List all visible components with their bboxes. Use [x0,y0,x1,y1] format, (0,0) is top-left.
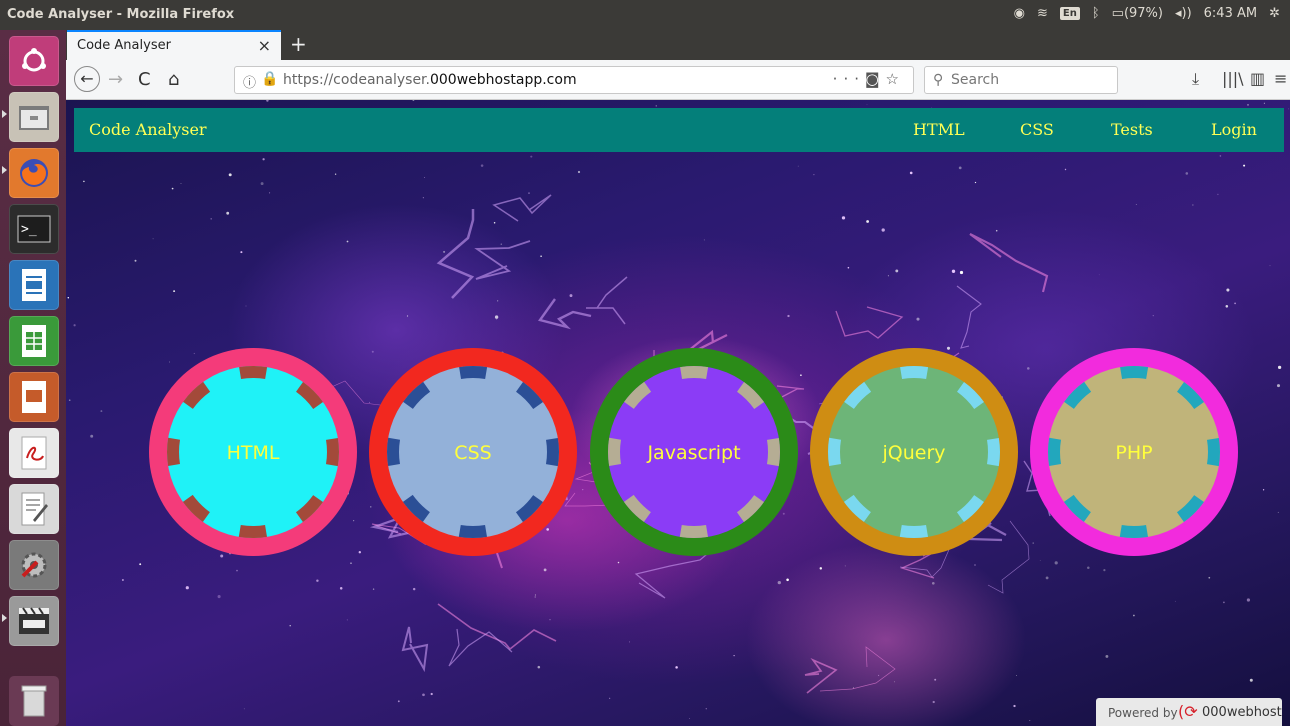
home-icon[interactable]: ⌂ [168,69,179,90]
web-page: Code Analyser HTML CSS Tests Login HTML … [66,100,1290,726]
trash-icon[interactable] [9,676,59,726]
tab-title: Code Analyser [77,38,171,53]
library-icon[interactable]: |||\ [1222,69,1244,88]
site-navbar: Code Analyser HTML CSS Tests Login [74,108,1284,152]
nav-link-tests[interactable]: Tests [1111,120,1153,139]
site-brand-link[interactable]: Code Analyser [89,120,207,139]
url-bar[interactable]: ⓘ 🔒 https://codeanalyser.000webhostapp.c… [234,66,914,94]
launcher-running-indicator [2,110,7,118]
tab-code-analyser[interactable]: Code Analyser × [67,30,281,60]
battery-indicator[interactable]: ▭(97%) [1112,6,1163,21]
launcher-running-indicator [2,614,7,622]
info-icon[interactable]: ⓘ [243,72,256,91]
video-editor-icon[interactable] [9,596,59,646]
close-tab-icon[interactable]: × [258,36,271,55]
calc-icon[interactable] [9,316,59,366]
bluetooth-icon[interactable]: ᛒ [1092,6,1100,21]
chip-label: PHP [1115,442,1152,464]
impress-icon[interactable] [9,372,59,422]
chrome-indicator-icon[interactable]: ◉ [1014,6,1025,21]
new-tab-icon[interactable]: + [290,32,307,56]
page-actions-menu-icon[interactable]: ··· [833,70,865,88]
chip-javascript[interactable]: Javascript [589,347,799,557]
forward-icon[interactable]: → [108,69,123,90]
tab-strip: Code Analyser × + [66,30,1290,60]
url-text: https://codeanalyser.000webhostapp.com [283,72,577,88]
back-icon[interactable]: ← [74,66,100,92]
webhost-logo-icon: (⟳ [1178,702,1198,721]
battery-percent: (97%) [1123,6,1163,21]
battery-icon: ▭ [1111,6,1124,21]
chip-jquery[interactable]: jQuery [809,347,1019,557]
powered-by-text: Powered by [1108,706,1178,720]
document-viewer-icon[interactable] [9,428,59,478]
search-placeholder: Search [951,72,1000,88]
chip-html[interactable]: HTML [148,347,358,557]
pocket-icon[interactable]: ◙ [865,70,886,88]
search-icon: ⚲ [933,72,944,88]
svg-text:>_: >_ [21,222,37,237]
files-icon[interactable] [9,92,59,142]
window-title: Code Analyser - Mozilla Firefox [7,7,235,22]
writer-icon[interactable] [9,260,59,310]
chip-php[interactable]: PHP [1029,347,1239,557]
system-settings-icon[interactable] [9,540,59,590]
url-domain: 000webhostapp.com [429,72,577,88]
sidebar-icon[interactable]: ▥ [1250,69,1265,88]
keyboard-layout-indicator[interactable]: En [1059,7,1080,20]
bookmark-star-icon[interactable]: ☆ [886,70,905,88]
reload-icon[interactable]: C [138,69,151,90]
webhost-brand: 000webhost [1202,705,1282,720]
volume-icon[interactable]: ◂)) [1175,6,1192,21]
firefox-icon[interactable] [9,148,59,198]
page-actions: ···◙☆ [833,70,905,88]
launcher: >_ [0,30,66,726]
nav-link-css[interactable]: CSS [1020,120,1054,139]
nav-link-html[interactable]: HTML [913,120,965,139]
chip-label: CSS [454,442,491,464]
navigation-toolbar: ← → C ⌂ ⓘ 🔒 https://codeanalyser.000webh… [66,60,1290,100]
search-field[interactable]: ⚲ Search [924,66,1118,94]
terminal-icon[interactable]: >_ [9,204,59,254]
lock-icon: 🔒 [261,71,279,87]
menu-icon[interactable]: ≡ [1274,69,1287,88]
ubuntu-dash-icon[interactable] [9,36,59,86]
nav-link-login[interactable]: Login [1211,120,1257,139]
clock[interactable]: 6:43 AM [1204,6,1257,21]
url-prefix: https://codeanalyser. [283,72,430,88]
launcher-running-indicator [2,166,7,174]
text-editor-icon[interactable] [9,484,59,534]
chip-label: Javascript [646,442,740,464]
powered-by-badge[interactable]: Powered by (⟳ 000webhost [1096,698,1282,726]
chip-css[interactable]: CSS [368,347,578,557]
chip-label: jQuery [881,442,945,464]
system-tray: ◉ ≋ En ᛒ ▭(97%) ◂)) 6:43 AM ✲ [1014,6,1280,21]
downloads-icon[interactable]: ⤓ [1192,69,1199,89]
power-settings-icon[interactable]: ✲ [1269,6,1280,21]
wifi-icon[interactable]: ≋ [1037,6,1048,21]
chip-label: HTML [227,442,280,464]
system-top-bar: Code Analyser - Mozilla Firefox ◉ ≋ En ᛒ… [0,0,1290,30]
